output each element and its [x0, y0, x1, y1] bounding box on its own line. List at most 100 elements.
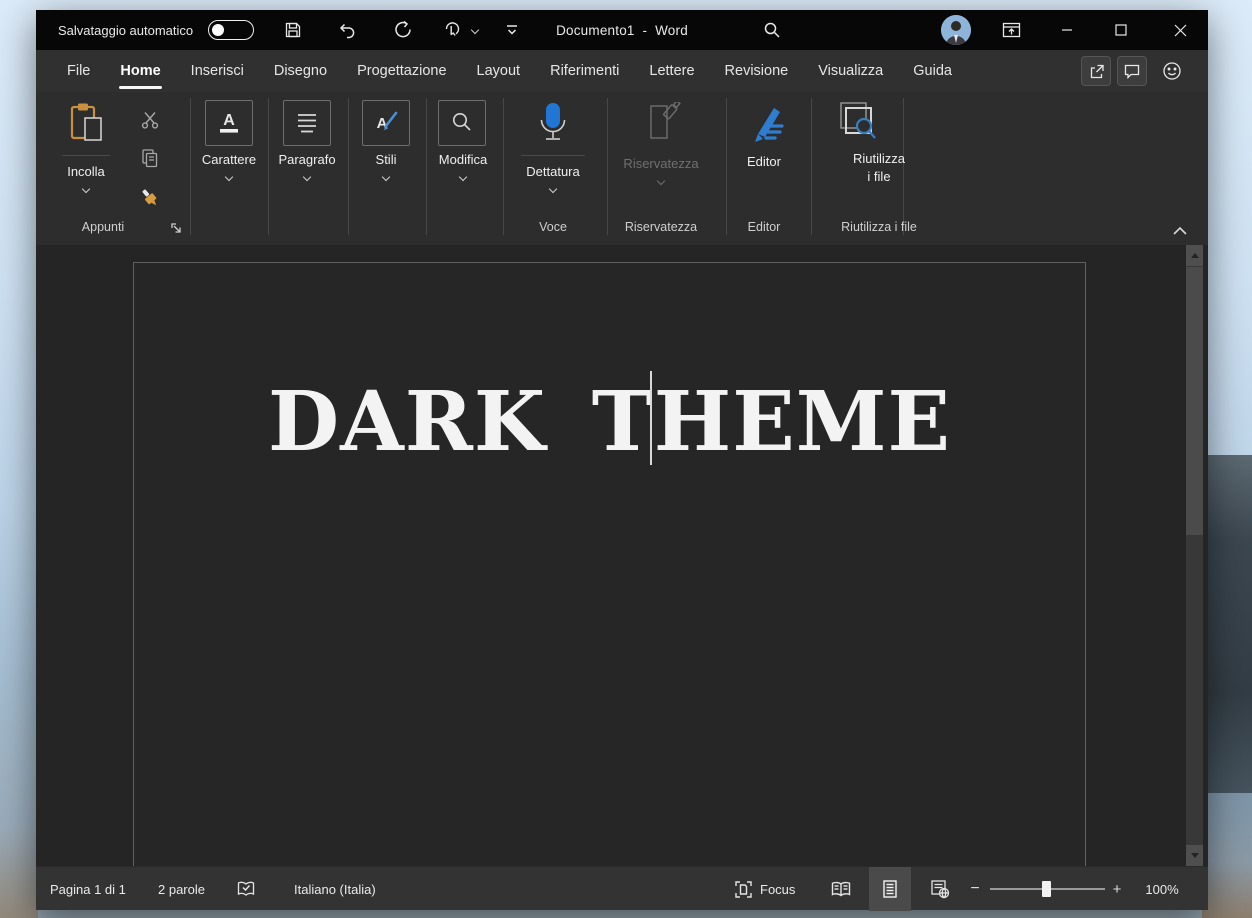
autosave-toggle[interactable]: [208, 20, 254, 40]
zoom-slider-handle[interactable]: [1042, 881, 1051, 897]
editor-button[interactable]: [742, 98, 788, 148]
account-avatar[interactable]: [941, 15, 971, 45]
editor-label[interactable]: Editor: [747, 154, 781, 169]
group-separator: [503, 98, 504, 235]
chevron-down-icon: [657, 177, 665, 185]
document-canvas: DARK THEME: [36, 245, 1208, 866]
tab-inserisci[interactable]: Inserisci: [176, 50, 259, 92]
search-icon[interactable]: [754, 10, 790, 50]
cut-icon[interactable]: [140, 110, 160, 130]
font-group-button[interactable]: A: [205, 100, 253, 146]
focus-label: Focus: [760, 882, 795, 897]
paragraph-group-label[interactable]: Paragrafo: [278, 152, 335, 167]
proofing-errors-icon[interactable]: [232, 867, 260, 911]
reuse-group-label: Riutilizza i file: [841, 220, 917, 238]
focus-icon: [734, 880, 753, 899]
editing-group-button[interactable]: [438, 100, 486, 146]
word-window: Salvataggio automatico: [36, 10, 1208, 910]
group-separator: [268, 98, 269, 235]
dictate-button[interactable]: [536, 100, 570, 148]
chevron-down-icon[interactable]: [82, 185, 90, 193]
voice-group-label: Voce: [539, 220, 567, 238]
wallpaper-mountain: [1202, 455, 1252, 795]
format-painter-icon[interactable]: [138, 186, 162, 210]
styles-group-label[interactable]: Stili: [376, 152, 397, 167]
scrollbar-thumb[interactable]: [1186, 267, 1203, 535]
styles-group-button[interactable]: A: [362, 100, 410, 146]
wallpaper-shore: [0, 690, 38, 918]
tab-home[interactable]: Home: [105, 50, 175, 92]
scroll-down-button[interactable]: [1186, 845, 1203, 866]
chevron-down-icon[interactable]: [303, 173, 311, 181]
tab-revisione[interactable]: Revisione: [710, 50, 804, 92]
editor-group-label: Editor: [748, 220, 781, 238]
copy-icon[interactable]: [140, 148, 160, 168]
group-separator: [426, 98, 427, 235]
close-button[interactable]: [1152, 10, 1208, 50]
paste-split-divider: [62, 155, 110, 156]
autosave-label: Salvataggio automatico: [58, 10, 193, 50]
quick-access-overflow-icon[interactable]: [494, 10, 530, 50]
tab-lettere[interactable]: Lettere: [634, 50, 709, 92]
editing-group-label[interactable]: Modifica: [439, 152, 487, 167]
vertical-scrollbar[interactable]: [1186, 245, 1203, 866]
feedback-smiley-icon[interactable]: [1157, 56, 1187, 86]
sensitivity-group-label: Riservatezza: [625, 220, 697, 238]
undo-icon[interactable]: [329, 10, 365, 50]
maximize-button[interactable]: [1098, 10, 1144, 50]
text-cursor: [650, 371, 652, 465]
chevron-down-icon[interactable]: [382, 173, 390, 181]
chevron-down-icon[interactable]: [468, 10, 482, 50]
focus-mode-button[interactable]: Focus: [734, 867, 795, 911]
comments-button[interactable]: [1117, 56, 1147, 86]
touch-mode-icon[interactable]: [434, 10, 470, 50]
page-indicator[interactable]: Pagina 1 di 1: [50, 867, 126, 911]
paste-label[interactable]: Incolla: [67, 164, 105, 179]
paragraph-group-button[interactable]: [283, 100, 331, 146]
zoom-level[interactable]: 100%: [1136, 867, 1188, 911]
tab-guida[interactable]: Guida: [898, 50, 967, 92]
document-heading: DARK THEME: [134, 381, 1085, 463]
wallpaper-sea: [1202, 793, 1252, 918]
scroll-up-button[interactable]: [1186, 245, 1203, 266]
clipboard-group-label: Appunti: [82, 220, 124, 238]
ribbon-display-options-icon[interactable]: [991, 10, 1031, 50]
sensitivity-label: Riservatezza: [623, 156, 698, 171]
chevron-down-icon[interactable]: [549, 185, 557, 193]
group-separator: [190, 98, 191, 235]
group-separator: [811, 98, 812, 235]
zoom-in-button[interactable]: +: [1108, 867, 1126, 911]
tab-disegno[interactable]: Disegno: [259, 50, 342, 92]
tab-layout[interactable]: Layout: [462, 50, 536, 92]
share-button[interactable]: [1081, 56, 1111, 86]
minimize-button[interactable]: [1044, 10, 1090, 50]
dictate-split-divider: [521, 155, 585, 156]
zoom-out-button[interactable]: −: [966, 867, 984, 911]
web-layout-button[interactable]: [924, 867, 956, 911]
print-layout-button[interactable]: [869, 867, 911, 911]
chevron-down-icon[interactable]: [225, 173, 233, 181]
dialog-launcher-icon[interactable]: [170, 222, 183, 235]
redo-icon[interactable]: [385, 10, 421, 50]
svg-text:A: A: [223, 112, 235, 129]
svg-text:A: A: [377, 115, 388, 132]
tab-visualizza[interactable]: Visualizza: [803, 50, 898, 92]
reuse-files-button[interactable]: [837, 100, 879, 144]
reuse-files-label[interactable]: Riutilizzai file: [853, 150, 905, 186]
tab-riferimenti[interactable]: Riferimenti: [535, 50, 634, 92]
dictate-label[interactable]: Dettatura: [526, 164, 579, 179]
font-group-label[interactable]: Carattere: [202, 152, 256, 167]
tab-progettazione[interactable]: Progettazione: [342, 50, 461, 92]
collapse-ribbon-icon[interactable]: [1172, 226, 1188, 236]
document-page[interactable]: DARK THEME: [133, 262, 1086, 866]
desktop: Salvataggio automatico: [0, 0, 1252, 918]
paste-button[interactable]: [70, 102, 104, 144]
chevron-down-icon[interactable]: [459, 173, 467, 181]
group-separator: [348, 98, 349, 235]
tab-file[interactable]: File: [52, 50, 105, 92]
save-icon[interactable]: [275, 10, 311, 50]
read-mode-button[interactable]: [826, 867, 856, 911]
language-indicator[interactable]: Italiano (Italia): [294, 867, 376, 911]
sensitivity-button[interactable]: [643, 102, 681, 144]
word-count[interactable]: 2 parole: [158, 867, 205, 911]
